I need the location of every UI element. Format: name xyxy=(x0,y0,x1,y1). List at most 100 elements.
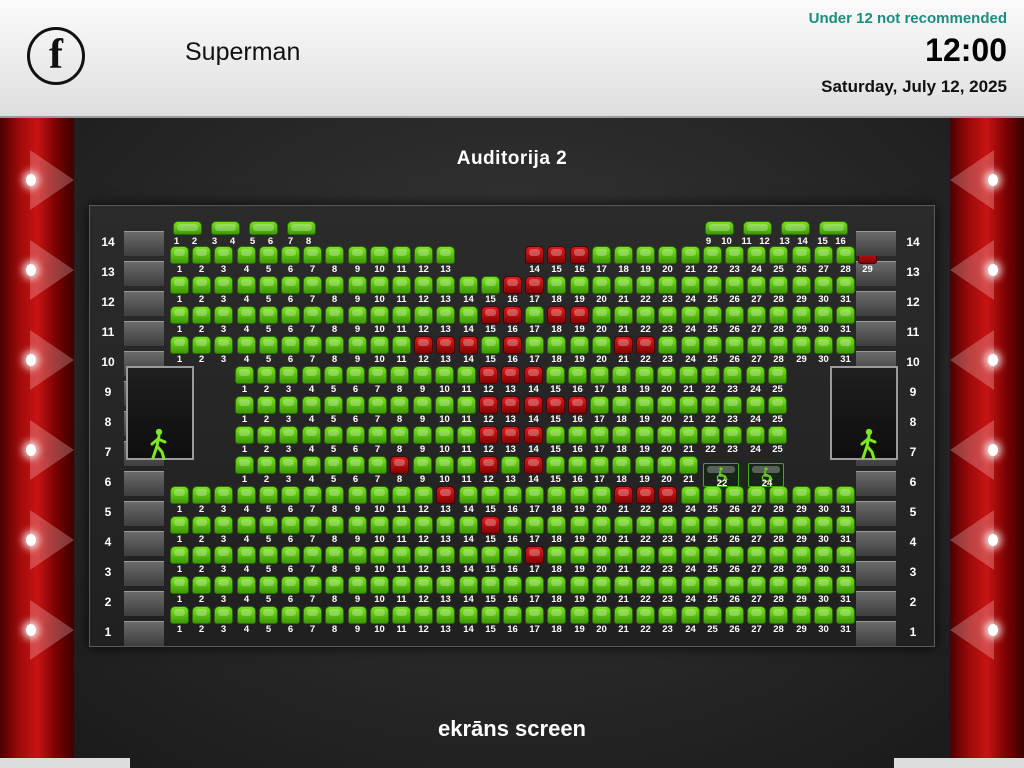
seat-row-2-20[interactable] xyxy=(592,576,611,594)
seat-row-9-15[interactable] xyxy=(546,366,565,384)
seat-row-1-8[interactable] xyxy=(325,606,344,624)
seat-row-1-10[interactable] xyxy=(370,606,389,624)
seat-row-11-12[interactable] xyxy=(414,306,433,324)
seat-row-8-23[interactable] xyxy=(723,396,742,414)
seat-row-5-4[interactable] xyxy=(237,486,256,504)
seat-row-12-26[interactable] xyxy=(725,276,744,294)
seat-row-1-16[interactable] xyxy=(503,606,522,624)
seat-row-6-1[interactable] xyxy=(235,456,254,474)
seat-row-2-13[interactable] xyxy=(436,576,455,594)
seat-row-3-15[interactable] xyxy=(481,546,500,564)
seat-row-12-2[interactable] xyxy=(192,276,211,294)
seat-row-9-22[interactable] xyxy=(701,366,720,384)
seat-row-10-16[interactable] xyxy=(503,336,522,354)
seat-row-12-9[interactable] xyxy=(348,276,367,294)
seat-row-7-20[interactable] xyxy=(657,426,676,444)
seat-row-13-25[interactable] xyxy=(769,246,788,264)
seat-row-5-5[interactable] xyxy=(259,486,278,504)
wheelchair-seat-22[interactable]: 22 xyxy=(703,463,739,489)
seat-row-4-13[interactable] xyxy=(436,516,455,534)
seat-row-13-6[interactable] xyxy=(281,246,300,264)
seat-row-13-18[interactable] xyxy=(614,246,633,264)
seat-row-13-28[interactable] xyxy=(836,246,855,264)
seat-row-6-13[interactable] xyxy=(501,456,520,474)
seat-row-7-6[interactable] xyxy=(346,426,365,444)
seat-row-8-9[interactable] xyxy=(413,396,432,414)
seat-row-10-12[interactable] xyxy=(414,336,433,354)
seat-row-10-11[interactable] xyxy=(392,336,411,354)
seat-row-11-4[interactable] xyxy=(237,306,256,324)
seat-row-8-14[interactable] xyxy=(524,396,543,414)
seat-row-6-16[interactable] xyxy=(568,456,587,474)
seat-row-1-2[interactable] xyxy=(192,606,211,624)
seat-row-3-26[interactable] xyxy=(725,546,744,564)
seat-row-9-13[interactable] xyxy=(501,366,520,384)
seat-row-3-11[interactable] xyxy=(392,546,411,564)
seat-row-10-8[interactable] xyxy=(325,336,344,354)
seat-row-9-11[interactable] xyxy=(457,366,476,384)
seat-row-10-24[interactable] xyxy=(681,336,700,354)
seat-row-1-5[interactable] xyxy=(259,606,278,624)
seat-row-3-27[interactable] xyxy=(747,546,766,564)
seat-row-12-7[interactable] xyxy=(303,276,322,294)
seat-row-5-15[interactable] xyxy=(481,486,500,504)
seat-row-10-4[interactable] xyxy=(237,336,256,354)
seat-row-14-1-2[interactable] xyxy=(173,221,202,235)
seat-row-12-4[interactable] xyxy=(237,276,256,294)
seat-row-2-25[interactable] xyxy=(703,576,722,594)
seat-row-4-29[interactable] xyxy=(792,516,811,534)
seat-row-9-20[interactable] xyxy=(657,366,676,384)
seat-row-2-6[interactable] xyxy=(281,576,300,594)
seat-row-2-10[interactable] xyxy=(370,576,389,594)
seat-row-3-7[interactable] xyxy=(303,546,322,564)
seat-row-5-11[interactable] xyxy=(392,486,411,504)
seat-row-3-4[interactable] xyxy=(237,546,256,564)
seat-row-14-7-8[interactable] xyxy=(287,221,316,235)
seat-row-4-5[interactable] xyxy=(259,516,278,534)
seat-row-3-20[interactable] xyxy=(592,546,611,564)
seat-row-4-18[interactable] xyxy=(547,516,566,534)
seat-row-8-11[interactable] xyxy=(457,396,476,414)
seat-row-7-18[interactable] xyxy=(612,426,631,444)
seat-row-13-13[interactable] xyxy=(436,246,455,264)
seat-row-1-26[interactable] xyxy=(725,606,744,624)
seat-row-14-13-14[interactable] xyxy=(781,221,810,235)
seat-row-8-24[interactable] xyxy=(746,396,765,414)
seat-row-2-22[interactable] xyxy=(636,576,655,594)
seat-row-3-3[interactable] xyxy=(214,546,233,564)
seat-row-8-6[interactable] xyxy=(346,396,365,414)
seat-row-1-3[interactable] xyxy=(214,606,233,624)
seat-row-12-30[interactable] xyxy=(814,276,833,294)
seat-row-9-24[interactable] xyxy=(746,366,765,384)
seat-row-10-23[interactable] xyxy=(658,336,677,354)
seat-row-1-25[interactable] xyxy=(703,606,722,624)
seat-row-14-3-4[interactable] xyxy=(211,221,240,235)
seat-row-2-12[interactable] xyxy=(414,576,433,594)
seat-row-3-24[interactable] xyxy=(681,546,700,564)
seat-row-7-3[interactable] xyxy=(279,426,298,444)
seat-row-11-9[interactable] xyxy=(348,306,367,324)
seat-row-12-14[interactable] xyxy=(459,276,478,294)
seat-row-6-3[interactable] xyxy=(279,456,298,474)
seat-row-3-14[interactable] xyxy=(459,546,478,564)
seat-row-6-2[interactable] xyxy=(257,456,276,474)
seat-row-2-27[interactable] xyxy=(747,576,766,594)
seat-row-6-19[interactable] xyxy=(635,456,654,474)
seat-row-5-23[interactable] xyxy=(658,486,677,504)
seat-row-9-12[interactable] xyxy=(479,366,498,384)
seat-row-9-18[interactable] xyxy=(612,366,631,384)
seat-row-2-8[interactable] xyxy=(325,576,344,594)
seat-row-4-19[interactable] xyxy=(570,516,589,534)
seat-row-12-20[interactable] xyxy=(592,276,611,294)
seat-row-2-24[interactable] xyxy=(681,576,700,594)
seat-row-11-3[interactable] xyxy=(214,306,233,324)
seat-row-11-1[interactable] xyxy=(170,306,189,324)
seat-row-2-5[interactable] xyxy=(259,576,278,594)
seat-row-8-20[interactable] xyxy=(657,396,676,414)
seat-row-10-7[interactable] xyxy=(303,336,322,354)
seat-row-5-2[interactable] xyxy=(192,486,211,504)
seat-row-3-31[interactable] xyxy=(836,546,855,564)
seat-row-2-28[interactable] xyxy=(769,576,788,594)
seat-row-3-8[interactable] xyxy=(325,546,344,564)
seat-row-8-12[interactable] xyxy=(479,396,498,414)
